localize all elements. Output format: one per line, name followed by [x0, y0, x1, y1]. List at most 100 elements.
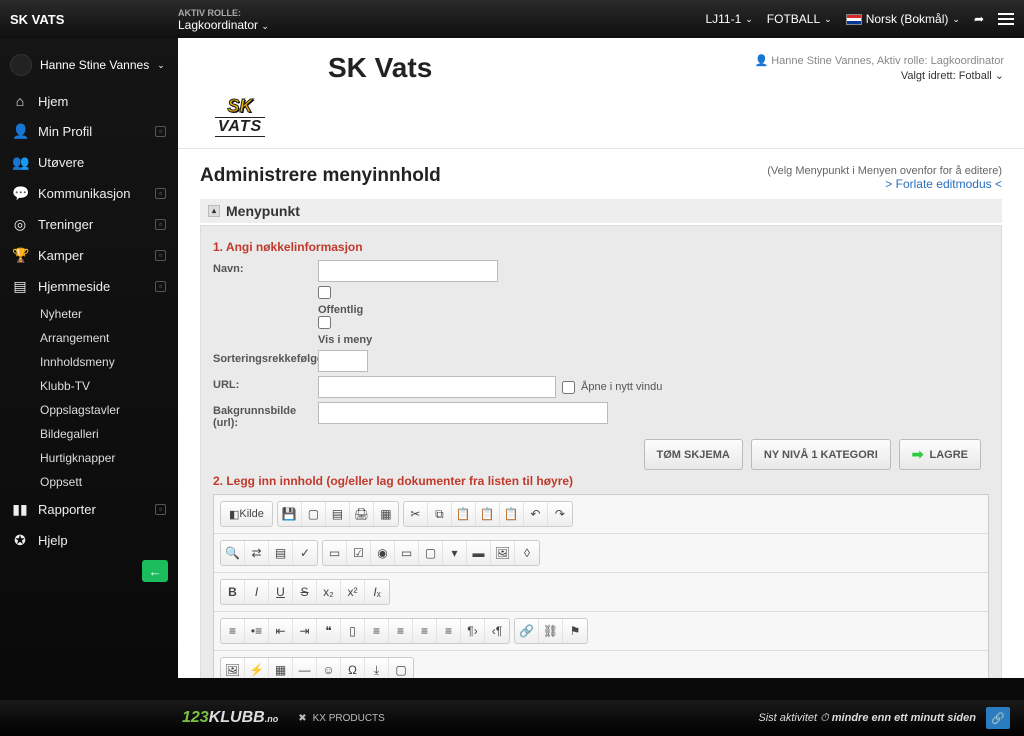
pagebreak-icon[interactable]: ⤓ [365, 658, 389, 678]
table-icon[interactable]: ▦ [269, 658, 293, 678]
blockquote-icon[interactable]: ❝ [317, 619, 341, 643]
italic-icon[interactable]: I [245, 580, 269, 604]
specialchar-icon[interactable]: Ω [341, 658, 365, 678]
form-icon[interactable]: ▭ [323, 541, 347, 565]
preview-icon[interactable]: ▤ [326, 502, 350, 526]
collapse-icon[interactable]: ▫ [155, 281, 166, 292]
subnav-news[interactable]: Nyheter [32, 302, 178, 326]
paste-word-icon[interactable]: 📋 [500, 502, 524, 526]
iframe-icon[interactable]: ▢ [389, 658, 413, 678]
cut-icon[interactable]: ✂ [404, 502, 428, 526]
subnav-gallery[interactable]: Bildegalleri [32, 422, 178, 446]
selectall-icon[interactable]: ▤ [269, 541, 293, 565]
collapse-sidebar-button[interactable]: ← [142, 560, 168, 582]
exit-editmode-link[interactable]: > Forlate editmodus < [885, 177, 1002, 191]
showmenu-checkbox[interactable] [318, 316, 331, 329]
sidebar-item-home[interactable]: ⌂Hjem [0, 86, 178, 116]
numlist-icon[interactable]: ≡ [221, 619, 245, 643]
expand-icon[interactable]: ▫ [155, 250, 166, 261]
sidebar-item-athletes[interactable]: 👥Utøvere [0, 147, 178, 178]
image-button-icon[interactable]: 🖼 [491, 541, 515, 565]
sidebar-item-website[interactable]: ▤Hjemmeside▫ [0, 271, 178, 302]
underline-icon[interactable]: U [269, 580, 293, 604]
menu-icon[interactable] [998, 13, 1014, 25]
logout-button[interactable]: ➦ [974, 12, 984, 26]
subnav-contentmenu[interactable]: Innholdsmeny [32, 350, 178, 374]
smiley-icon[interactable]: ☺ [317, 658, 341, 678]
subnav-boards[interactable]: Oppslagstavler [32, 398, 178, 422]
new-category-button[interactable]: NY NIVÅ 1 KATEGORI [751, 439, 891, 470]
bgimage-input[interactable] [318, 402, 608, 424]
indent-icon[interactable]: ⇥ [293, 619, 317, 643]
sidebar-item-matches[interactable]: 🏆Kamper▫ [0, 240, 178, 271]
source-button[interactable]: ◧ Kilde [221, 502, 272, 526]
unlink-icon[interactable]: ⛓ [539, 619, 563, 643]
div-icon[interactable]: ▯ [341, 619, 365, 643]
redo-icon[interactable]: ↷ [548, 502, 572, 526]
team-selector[interactable]: LJ11-1⌄ [705, 12, 752, 26]
subnav-layout[interactable]: Oppsett [32, 470, 178, 494]
clear-form-button[interactable]: TØM SKJEMA [644, 439, 743, 470]
replace-icon[interactable]: ⇄ [245, 541, 269, 565]
newwindow-checkbox[interactable] [562, 381, 575, 394]
align-left-icon[interactable]: ≡ [365, 619, 389, 643]
hr-icon[interactable]: — [293, 658, 317, 678]
link-icon[interactable]: 🔗 [515, 619, 539, 643]
expand-icon[interactable]: ▫ [155, 126, 166, 137]
flash-icon[interactable]: ⚡ [245, 658, 269, 678]
public-checkbox[interactable] [318, 286, 331, 299]
image-icon[interactable]: 🖼 [221, 658, 245, 678]
sort-input[interactable] [318, 350, 368, 372]
subscript-icon[interactable]: x₂ [317, 580, 341, 604]
removeformat-icon[interactable]: Iₓ [365, 580, 389, 604]
print-icon[interactable]: 🖨 [350, 502, 374, 526]
align-right-icon[interactable]: ≡ [413, 619, 437, 643]
newpage-icon[interactable]: ▢ [302, 502, 326, 526]
strike-icon[interactable]: S [293, 580, 317, 604]
sidebar-user[interactable]: Hanne Stine Vannes⌄ [0, 48, 178, 86]
align-center-icon[interactable]: ≡ [389, 619, 413, 643]
expand-icon[interactable]: ▫ [155, 219, 166, 230]
outdent-icon[interactable]: ⇤ [269, 619, 293, 643]
paste-text-icon[interactable]: 📋 [476, 502, 500, 526]
sidebar-item-communication[interactable]: 💬Kommunikasjon▫ [0, 178, 178, 209]
subnav-events[interactable]: Arrangement [32, 326, 178, 350]
active-role-block[interactable]: AKTIV ROLLE: Lagkoordinator ⌄ [178, 7, 269, 32]
rtl-icon[interactable]: ‹¶ [485, 619, 509, 643]
name-input[interactable] [318, 260, 498, 282]
bullist-icon[interactable]: •≡ [245, 619, 269, 643]
undo-icon[interactable]: ↶ [524, 502, 548, 526]
sport-selector[interactable]: FOTBALL⌄ [767, 12, 832, 26]
spellcheck-icon[interactable]: ✓ [293, 541, 317, 565]
anchor-icon[interactable]: ⚑ [563, 619, 587, 643]
expand-icon[interactable]: ▫ [155, 504, 166, 515]
find-icon[interactable]: 🔍 [221, 541, 245, 565]
paste-icon[interactable]: 📋 [452, 502, 476, 526]
textarea-icon[interactable]: ▢ [419, 541, 443, 565]
language-selector[interactable]: Norsk (Bokmål)⌄ [846, 12, 960, 26]
sidebar-item-reports[interactable]: ▮▮Rapporter▫ [0, 494, 178, 525]
url-input[interactable] [318, 376, 556, 398]
selected-sport[interactable]: Valgt idrett: Fotball ⌄ [754, 69, 1004, 82]
subnav-klubbtv[interactable]: Klubb-TV [32, 374, 178, 398]
sidebar-item-profile[interactable]: 👤Min Profil▫ [0, 116, 178, 147]
sidebar-item-help[interactable]: ✪Hjelp [0, 525, 178, 556]
copy-icon[interactable]: ⧉ [428, 502, 452, 526]
button-icon[interactable]: ▬ [467, 541, 491, 565]
save-icon[interactable]: 💾 [278, 502, 302, 526]
template-icon[interactable]: ▦ [374, 502, 398, 526]
settings-button[interactable]: 🔗 [986, 707, 1010, 729]
save-button[interactable]: ➡LAGRE [899, 439, 981, 470]
subnav-quickbuttons[interactable]: Hurtigknapper [32, 446, 178, 470]
ltr-icon[interactable]: ¶› [461, 619, 485, 643]
expand-icon[interactable]: ▫ [155, 188, 166, 199]
superscript-icon[interactable]: x² [341, 580, 365, 604]
bold-icon[interactable]: B [221, 580, 245, 604]
section-menypunkt[interactable]: ▴ Menypunkt [200, 199, 1002, 223]
checkbox-icon[interactable]: ☑ [347, 541, 371, 565]
radio-icon[interactable]: ◉ [371, 541, 395, 565]
hidden-field-icon[interactable]: ◊ [515, 541, 539, 565]
align-justify-icon[interactable]: ≡ [437, 619, 461, 643]
textfield-icon[interactable]: ▭ [395, 541, 419, 565]
sidebar-item-training[interactable]: ◎Treninger▫ [0, 209, 178, 240]
